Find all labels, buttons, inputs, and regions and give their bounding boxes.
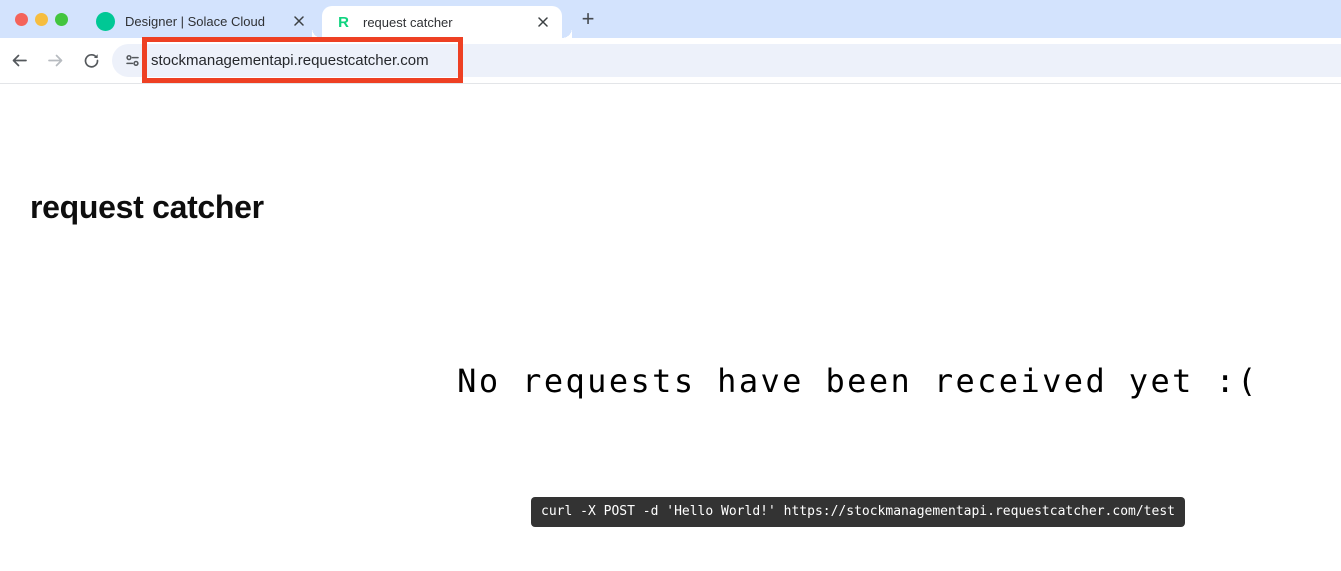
solace-favicon-icon <box>96 11 115 31</box>
forward-button[interactable] <box>42 47 69 74</box>
tab-close-icon[interactable] <box>534 13 552 31</box>
new-tab-button[interactable]: + <box>574 5 602 33</box>
reload-icon <box>84 53 99 68</box>
close-icon <box>538 17 548 27</box>
minimize-window-button[interactable] <box>35 12 48 26</box>
empty-state-message: No requests have been received yet :( <box>457 362 1259 400</box>
browser-window: Designer | Solace Cloud R request catche… <box>0 0 1341 571</box>
nav-buttons <box>6 38 105 83</box>
back-button[interactable] <box>6 47 33 74</box>
request-catcher-favicon-icon: R <box>338 13 349 31</box>
back-arrow-icon <box>12 54 27 67</box>
reload-button[interactable] <box>78 47 105 74</box>
tab-request-catcher[interactable]: R request catcher <box>322 6 572 38</box>
omnibox[interactable]: stockmanagementapi.requestcatcher.com <box>112 44 1341 77</box>
tab-title: request catcher <box>363 14 453 30</box>
main-area: No requests have been received yet :( cu… <box>375 84 1341 571</box>
forward-arrow-icon <box>48 54 63 67</box>
tab-title: Designer | Solace Cloud <box>125 13 265 29</box>
zoom-window-button[interactable] <box>55 12 68 26</box>
url-text[interactable]: stockmanagementapi.requestcatcher.com <box>151 52 429 69</box>
curl-example-row: curl -X POST -d 'Hello World!' https://s… <box>375 497 1341 527</box>
macos-traffic-lights <box>0 12 80 26</box>
site-settings-button[interactable] <box>120 49 144 73</box>
page-title: request catcher <box>30 189 264 225</box>
tune-sliders-icon <box>125 54 139 67</box>
browser-toolbar: stockmanagementapi.requestcatcher.com <box>0 37 1341 84</box>
close-window-button[interactable] <box>15 12 28 26</box>
tab-designer-solace-cloud[interactable]: Designer | Solace Cloud <box>84 4 318 38</box>
close-icon <box>294 16 304 26</box>
tab-strip: Designer | Solace Cloud R request catche… <box>0 0 1341 38</box>
page-content: request catcher No requests have been re… <box>0 84 1341 571</box>
curl-example-code: curl -X POST -d 'Hello World!' https://s… <box>531 497 1185 527</box>
tab-close-icon[interactable] <box>290 12 308 30</box>
